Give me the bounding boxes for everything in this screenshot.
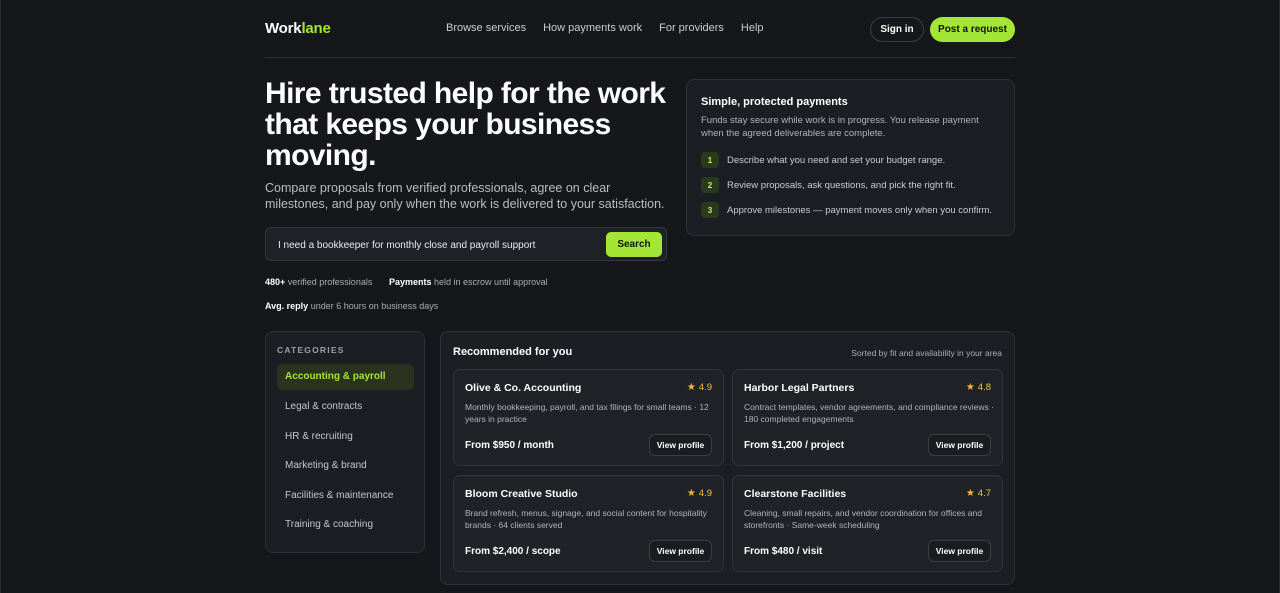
stat-text: verified professionals (285, 277, 373, 287)
step-text: Describe what you need and set your budg… (727, 154, 946, 166)
provider-description: Cleaning, small repairs, and vendor coor… (744, 508, 982, 530)
step-number-badge: 2 (701, 177, 719, 193)
category-accounting-payroll[interactable]: Accounting & payroll (277, 364, 414, 390)
provider-description: Contract templates, vendor agreements, a… (744, 402, 994, 424)
provider-name: Bloom Creative Studio (465, 488, 578, 500)
payment-step: 3 Approve milestones — payment moves onl… (701, 202, 992, 218)
payments-info-card: Simple, protected payments Funds stay se… (686, 79, 1015, 236)
rating-value: 4.8 (977, 382, 991, 393)
provider-price: From $950 / month (465, 440, 554, 451)
provider-rating: ★ 4.9 (687, 382, 712, 393)
provider-price: From $1,200 / project (744, 440, 845, 451)
search-button[interactable]: Search (606, 232, 662, 257)
brand-name-main: Work (265, 20, 302, 37)
recommended-panel: Recommended for you Sorted by fit and av… (440, 331, 1015, 585)
provider-card[interactable]: Bloom Creative Studio ★ 4.9 Brand refresh… (453, 475, 724, 572)
brand-logo[interactable]: Worklane (265, 20, 331, 37)
provider-price: From $480 / visit (744, 546, 823, 557)
step-number-badge: 3 (701, 202, 719, 218)
step-number-badge: 1 (701, 152, 719, 168)
post-request-button[interactable]: Post a request (930, 17, 1015, 42)
nav-help[interactable]: Help (741, 22, 764, 34)
view-profile-button[interactable]: View profile (928, 540, 991, 562)
stat-avg-reply: Avg. reply under 6 hours on business day… (265, 301, 438, 311)
categories-heading: CATEGORIES (277, 345, 345, 355)
payment-step: 2 Review proposals, ask questions, and p… (701, 177, 956, 193)
provider-rating: ★ 4.9 (687, 488, 712, 499)
star-icon: ★ (965, 382, 975, 393)
sign-in-button[interactable]: Sign in (870, 17, 924, 42)
brand-name-accent: lane (301, 20, 331, 37)
stat-strong: 480+ (265, 277, 286, 287)
step-text: Review proposals, ask questions, and pic… (727, 179, 956, 191)
category-facilities-maintenance[interactable]: Facilities & maintenance (277, 483, 414, 509)
category-hr-recruiting[interactable]: HR & recruiting (277, 424, 414, 450)
star-icon: ★ (686, 488, 696, 499)
sort-description: Sorted by fit and availability in your a… (851, 348, 1002, 358)
stat-text: held in escrow until approval (431, 277, 548, 287)
star-icon: ★ (686, 382, 696, 393)
main-nav: Browse services How payments work For pr… (446, 22, 764, 34)
hero-title: Hire trusted help for the work that keep… (265, 77, 666, 172)
nav-for-providers[interactable]: For providers (659, 22, 724, 34)
view-profile-button[interactable]: View profile (649, 540, 712, 562)
category-marketing-brand[interactable]: Marketing & brand (277, 453, 414, 479)
category-legal-contracts[interactable]: Legal & contracts (277, 394, 414, 420)
nav-how-payments-work[interactable]: How payments work (543, 22, 642, 34)
categories-panel: CATEGORIES Accounting & payroll Legal & … (265, 331, 425, 553)
provider-card[interactable]: Clearstone Facilities ★ 4.7 Cleaning, sma… (732, 475, 1003, 572)
payment-step: 1 Describe what you need and set your bu… (701, 152, 945, 168)
site-header: Worklane Browse services How payments wo… (265, 0, 1015, 58)
rating-value: 4.9 (698, 488, 712, 499)
search-bar: Search (265, 227, 667, 261)
payments-title: Simple, protected payments (701, 96, 848, 108)
provider-card[interactable]: Olive & Co. Accounting ★ 4.9 Monthly book… (453, 369, 724, 466)
provider-name: Olive & Co. Accounting (465, 382, 582, 394)
provider-name: Clearstone Facilities (744, 488, 847, 500)
provider-description: Monthly bookkeeping, payroll, and tax fi… (465, 402, 709, 424)
nav-browse-services[interactable]: Browse services (446, 22, 526, 34)
provider-card[interactable]: Harbor Legal Partners ★ 4.8 Contract temp… (732, 369, 1003, 466)
stat-strong: Payments (389, 277, 432, 287)
search-input[interactable] (278, 235, 598, 255)
provider-rating: ★ 4.7 (966, 488, 991, 499)
rating-value: 4.7 (977, 488, 991, 499)
star-icon: ★ (965, 488, 975, 499)
stat-strong: Avg. reply (265, 301, 309, 311)
rating-value: 4.9 (698, 382, 712, 393)
provider-name: Harbor Legal Partners (744, 382, 855, 394)
stat-text: under 6 hours on business days (308, 301, 439, 311)
hero-subtitle: Compare proposals from verified professi… (265, 181, 665, 211)
view-profile-button[interactable]: View profile (928, 434, 991, 456)
recommended-title: Recommended for you (453, 346, 573, 358)
step-text: Approve milestones — payment moves only … (727, 204, 993, 216)
view-profile-button[interactable]: View profile (649, 434, 712, 456)
stat-escrow: Payments held in escrow until approval (389, 277, 548, 287)
payments-description: Funds stay secure while work is in progr… (701, 115, 979, 139)
stat-verified-professionals: 480+ verified professionals (265, 277, 372, 287)
provider-rating: ★ 4.8 (966, 382, 991, 393)
provider-price: From $2,400 / scope (465, 546, 561, 557)
category-training-coaching[interactable]: Training & coaching (277, 512, 414, 538)
provider-description: Brand refresh, menus, signage, and socia… (465, 508, 707, 530)
